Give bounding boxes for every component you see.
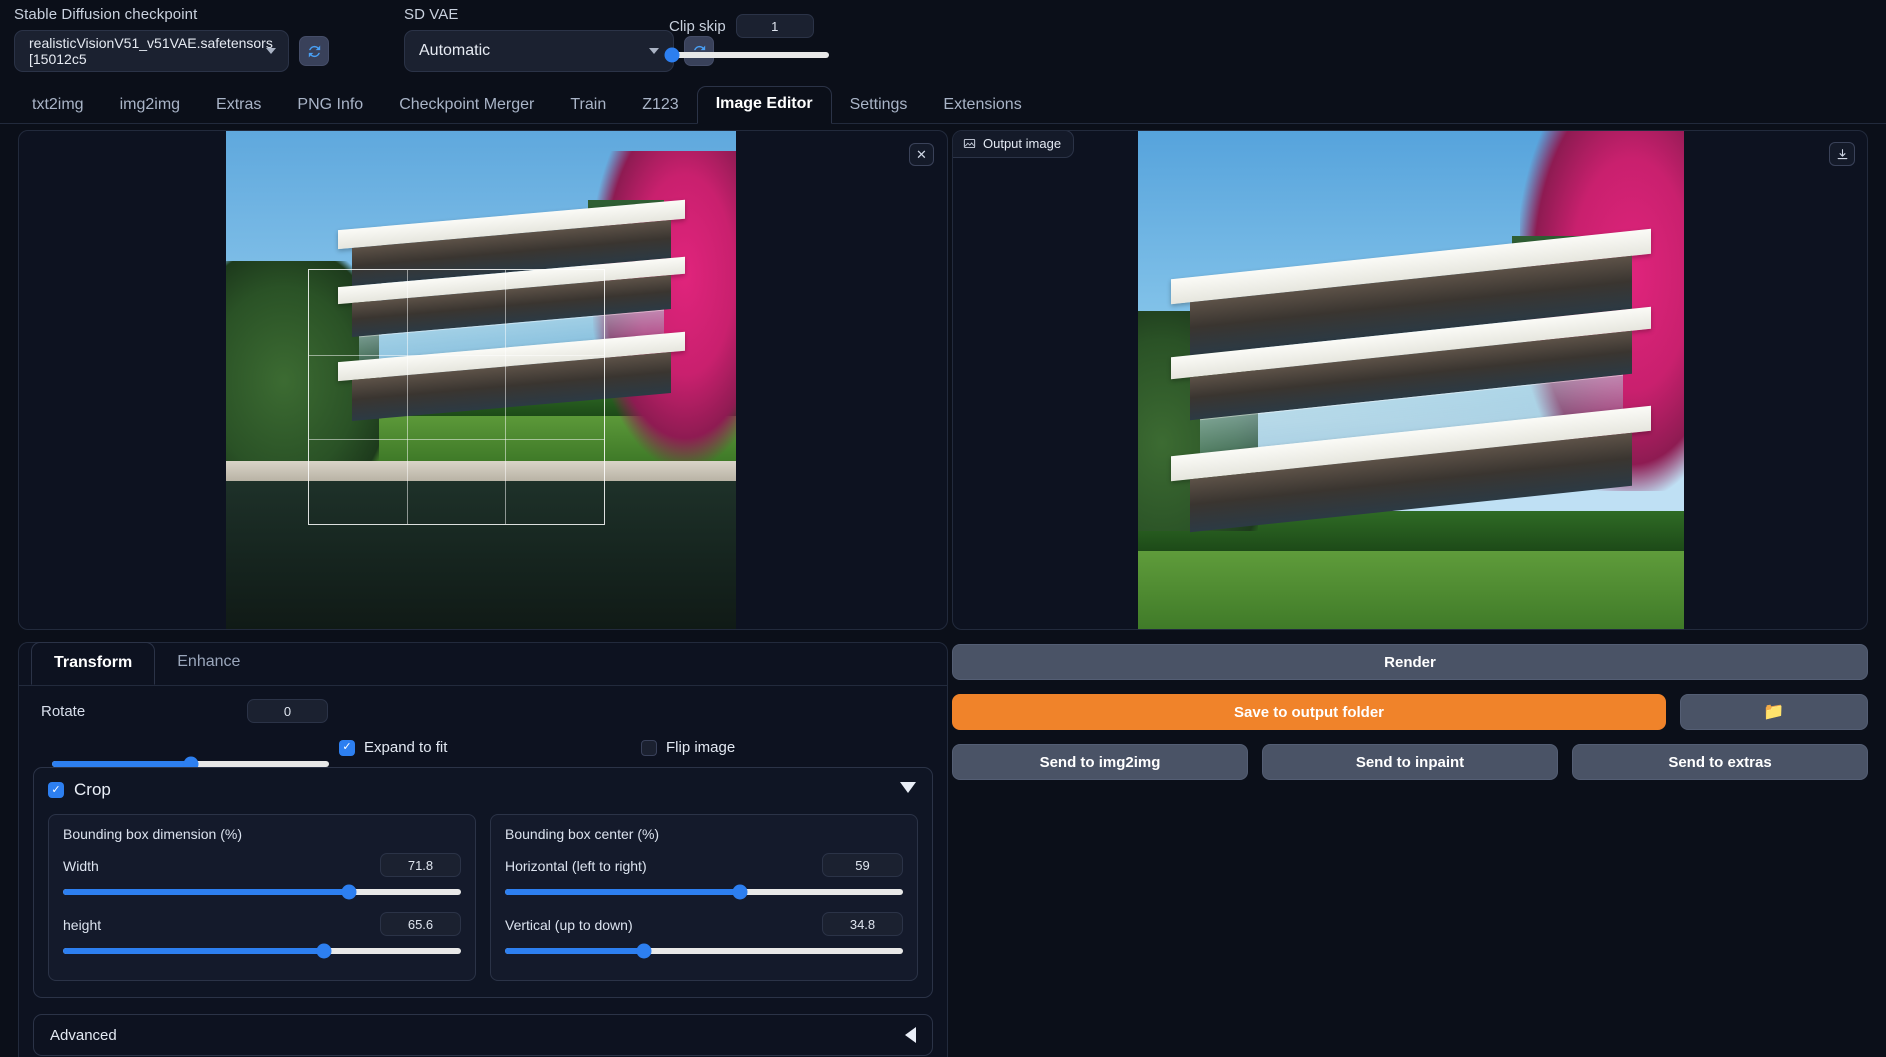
- vae-group: SD VAE Automatic: [404, 7, 714, 72]
- crop-height-row: height 65.6: [63, 912, 461, 959]
- crop-checkbox[interactable]: ✓: [48, 782, 64, 798]
- clip-skip-group: Clip skip 1: [664, 14, 829, 63]
- crop-width-label: Width: [63, 858, 99, 874]
- source-image-panel: ✕: [18, 130, 948, 630]
- refresh-checkpoint-button[interactable]: [299, 36, 329, 66]
- tab-z123[interactable]: Z123: [624, 88, 696, 124]
- checkpoint-group: Stable Diffusion checkpoint realisticVis…: [14, 7, 329, 72]
- expand-to-fit-row[interactable]: ✓ Expand to fit: [339, 739, 447, 756]
- send-row: Send to img2img Send to inpaint Send to …: [952, 744, 1868, 780]
- flip-image-checkbox[interactable]: ✓: [641, 739, 657, 756]
- crop-height-slider[interactable]: [63, 943, 461, 959]
- crop-vertical-input[interactable]: 34.8: [822, 912, 903, 936]
- clip-skip-input[interactable]: 1: [735, 14, 814, 38]
- tab-extensions[interactable]: Extensions: [925, 88, 1039, 124]
- tab-img2img[interactable]: img2img: [102, 88, 198, 124]
- chevron-down-icon[interactable]: [900, 782, 916, 793]
- crop-section: ✓ Crop Bounding box dimension (%) Width …: [33, 767, 933, 998]
- main-tab-bar: txt2img img2img Extras PNG Info Checkpoi…: [0, 86, 1886, 124]
- crop-height-label: height: [63, 917, 102, 933]
- crop-label: Crop: [74, 780, 111, 799]
- crop-horizontal-input[interactable]: 59: [822, 853, 903, 877]
- rotate-input[interactable]: 0: [247, 699, 328, 723]
- editor-left-column: ✕ Transform Enhance Rotate 0 ✓ Expand to…: [18, 130, 948, 1057]
- subtab-transform[interactable]: Transform: [31, 642, 156, 685]
- source-image-canvas[interactable]: [19, 131, 947, 629]
- tab-image-editor[interactable]: Image Editor: [696, 86, 832, 124]
- vae-label: SD VAE: [404, 6, 459, 23]
- download-output-button[interactable]: [1829, 142, 1855, 166]
- tab-train[interactable]: Train: [552, 88, 624, 124]
- editor-sub-tab-bar: Transform Enhance: [19, 642, 947, 686]
- transform-controls-panel: Transform Enhance Rotate 0 ✓ Expand to f…: [18, 642, 948, 1057]
- flip-image-label: Flip image: [666, 739, 736, 756]
- send-to-img2img-button[interactable]: Send to img2img: [952, 744, 1248, 780]
- bounding-box-dimension-group: Bounding box dimension (%) Width 71.8 he…: [48, 814, 476, 981]
- checkpoint-label: Stable Diffusion checkpoint: [14, 6, 198, 23]
- rotate-row: Rotate 0 ✓ Expand to fit ✓ Flip image: [19, 687, 947, 772]
- bounding-box-center-group: Bounding box center (%) Horizontal (left…: [490, 814, 918, 981]
- subtab-enhance[interactable]: Enhance: [155, 642, 262, 685]
- crop-horizontal-label: Horizontal (left to right): [505, 858, 647, 874]
- output-image-panel: Output image: [952, 130, 1868, 630]
- checkpoint-value: realisticVisionV51_v51VAE.safetensors [1…: [29, 35, 273, 67]
- output-image-tag: Output image: [953, 131, 1075, 158]
- tab-txt2img[interactable]: txt2img: [14, 88, 102, 124]
- crop-horizontal-slider[interactable]: [505, 884, 903, 900]
- output-image[interactable]: [1138, 131, 1684, 629]
- clip-skip-label: Clip skip: [669, 17, 726, 35]
- save-to-output-folder-button[interactable]: Save to output folder: [952, 694, 1666, 730]
- close-icon: ✕: [916, 146, 927, 162]
- bounding-box-dimension-title: Bounding box dimension (%): [63, 826, 242, 842]
- image-editor-app: Stable Diffusion checkpoint realisticVis…: [0, 0, 1886, 1057]
- output-image-label: Output image: [983, 136, 1062, 151]
- render-button[interactable]: Render: [952, 644, 1868, 680]
- crop-header: ✓ Crop: [48, 780, 918, 800]
- tab-extras[interactable]: Extras: [198, 88, 279, 124]
- chevron-left-icon: [905, 1027, 916, 1043]
- refresh-icon: [308, 44, 320, 58]
- chevron-down-icon: [649, 48, 659, 54]
- crop-height-input[interactable]: 65.6: [380, 912, 461, 936]
- tab-png-info[interactable]: PNG Info: [279, 88, 381, 124]
- crop-width-slider[interactable]: [63, 884, 461, 900]
- crop-vertical-label: Vertical (up to down): [505, 917, 633, 933]
- vae-dropdown[interactable]: Automatic: [404, 30, 674, 72]
- tab-checkpoint-merger[interactable]: Checkpoint Merger: [381, 88, 552, 124]
- checkpoint-dropdown[interactable]: realisticVisionV51_v51VAE.safetensors [1…: [14, 30, 289, 72]
- chevron-down-icon: [266, 48, 276, 54]
- crop-vertical-slider[interactable]: [505, 943, 903, 959]
- expand-to-fit-checkbox[interactable]: ✓: [339, 739, 355, 756]
- open-folder-button[interactable]: 📁: [1680, 694, 1868, 730]
- send-to-inpaint-button[interactable]: Send to inpaint: [1262, 744, 1558, 780]
- save-row: Save to output folder 📁: [952, 694, 1868, 730]
- vae-value: Automatic: [419, 42, 491, 59]
- crop-width-row: Width 71.8: [63, 853, 461, 900]
- close-image-button[interactable]: ✕: [909, 143, 934, 166]
- download-icon: [1837, 148, 1847, 159]
- send-to-extras-button[interactable]: Send to extras: [1572, 744, 1868, 780]
- tab-settings[interactable]: Settings: [832, 88, 926, 124]
- bounding-box-center-title: Bounding box center (%): [505, 826, 660, 842]
- editor-right-column: Output image Render Save to output folde…: [952, 130, 1868, 780]
- crop-horizontal-row: Horizontal (left to right) 59: [505, 853, 903, 900]
- advanced-label: Advanced: [50, 1026, 117, 1044]
- crop-width-input[interactable]: 71.8: [380, 853, 461, 877]
- image-icon: [963, 138, 976, 149]
- clip-skip-slider[interactable]: [664, 47, 829, 63]
- folder-icon: 📁: [1763, 702, 1785, 721]
- rotate-label: Rotate: [41, 703, 86, 720]
- advanced-section-toggle[interactable]: Advanced: [33, 1014, 933, 1056]
- flip-image-row[interactable]: ✓ Flip image: [641, 739, 735, 756]
- expand-to-fit-label: Expand to fit: [364, 739, 448, 756]
- top-toolbar: Stable Diffusion checkpoint realisticVis…: [0, 0, 1886, 80]
- crop-vertical-row: Vertical (up to down) 34.8: [505, 912, 903, 959]
- source-image: [226, 131, 736, 629]
